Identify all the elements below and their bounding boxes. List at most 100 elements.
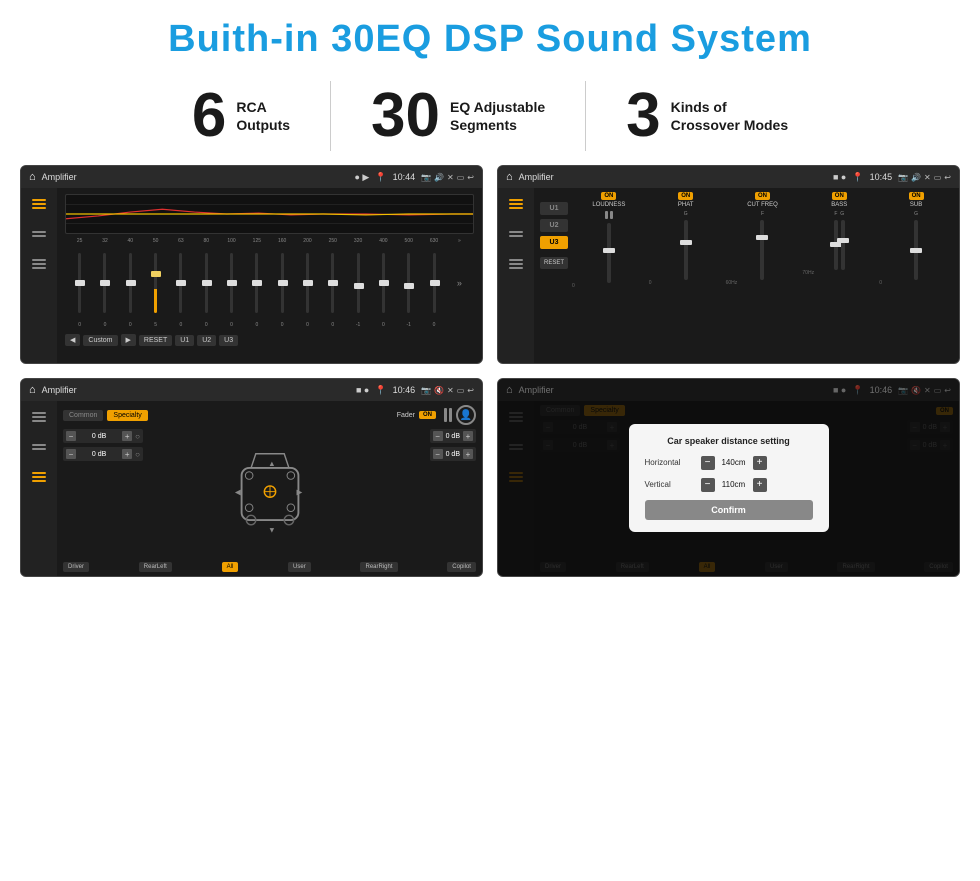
eq-custom-btn[interactable]: Custom bbox=[83, 335, 117, 346]
fader-sidebar-wave[interactable] bbox=[29, 439, 49, 455]
vol-minus-rr[interactable]: − bbox=[433, 449, 443, 459]
horizontal-value: 140cm bbox=[718, 458, 750, 467]
dsp-u1-btn[interactable]: U1 bbox=[540, 202, 568, 215]
dsp-reset-btn[interactable]: RESET bbox=[540, 257, 568, 269]
btn-copilot[interactable]: Copilot bbox=[447, 562, 476, 572]
btn-all[interactable]: All bbox=[222, 562, 239, 572]
eq-slider-12[interactable] bbox=[371, 248, 396, 318]
eq-slider-10[interactable] bbox=[320, 248, 345, 318]
bass-label: BASS bbox=[831, 202, 847, 208]
location-icon-dsp: 📍 bbox=[852, 172, 863, 183]
minimize-icon-fader: ▭ bbox=[457, 386, 465, 395]
stat-label-crossover: Kinds ofCrossover Modes bbox=[671, 98, 788, 134]
dsp-u2-btn[interactable]: U2 bbox=[540, 219, 568, 232]
horizontal-plus-btn[interactable]: + bbox=[753, 456, 767, 470]
dsp-u3-btn[interactable]: U3 bbox=[540, 236, 568, 249]
home-icon-dsp[interactable]: ⌂ bbox=[506, 171, 513, 183]
eq-slider-13[interactable] bbox=[396, 248, 421, 318]
vol-plus-fr[interactable]: + bbox=[463, 431, 473, 441]
vol-minus-fr[interactable]: − bbox=[433, 431, 443, 441]
loudness-on[interactable]: ON bbox=[601, 192, 616, 200]
eq-slider-11[interactable] bbox=[345, 248, 370, 318]
sub-on[interactable]: ON bbox=[909, 192, 924, 200]
bass-on[interactable]: ON bbox=[832, 192, 847, 200]
eq-slider-7[interactable] bbox=[244, 248, 269, 318]
dsp-sidebar-speaker[interactable] bbox=[506, 256, 526, 272]
horizontal-stepper: − 140cm + bbox=[701, 456, 767, 470]
eq-slider-2[interactable] bbox=[118, 248, 143, 318]
vertical-plus-btn[interactable]: + bbox=[753, 478, 767, 492]
freq-more: » bbox=[447, 238, 472, 244]
eq-sidebar-speaker[interactable] bbox=[29, 256, 49, 272]
confirm-button[interactable]: Confirm bbox=[645, 500, 813, 520]
eq-reset-btn[interactable]: RESET bbox=[139, 335, 172, 346]
bass-slider-f[interactable] bbox=[834, 220, 838, 270]
dsp-phat: ON PHAT G 0 bbox=[649, 192, 723, 359]
btn-driver[interactable]: Driver bbox=[63, 562, 89, 572]
eq-slider-1[interactable] bbox=[92, 248, 117, 318]
screen-distance: ⌂ Amplifier ■ ● 📍 10:46 📷 🔇 ✕ ▭ ↩ bbox=[497, 378, 960, 577]
phat-on[interactable]: ON bbox=[678, 192, 693, 200]
eq-slider-9[interactable] bbox=[295, 248, 320, 318]
fader-label: Fader bbox=[397, 412, 415, 419]
eq-bottom-bar: ◀ Custom ▶ RESET U1 U2 U3 bbox=[65, 332, 474, 348]
cutfreq-labels: 60Hz bbox=[726, 280, 800, 286]
home-icon[interactable]: ⌂ bbox=[29, 171, 36, 183]
eq-sidebar-wave[interactable] bbox=[29, 226, 49, 242]
horizontal-label: Horizontal bbox=[645, 458, 695, 467]
topbar-title-fader: Amplifier bbox=[42, 385, 350, 395]
eq-slider-8[interactable] bbox=[270, 248, 295, 318]
horizontal-minus-btn[interactable]: − bbox=[701, 456, 715, 470]
eq-slider-5[interactable] bbox=[194, 248, 219, 318]
freq-250: 250 bbox=[320, 238, 345, 244]
svg-text:▲: ▲ bbox=[268, 459, 276, 468]
btn-user[interactable]: User bbox=[288, 562, 311, 572]
vol-minus-fl[interactable]: − bbox=[66, 431, 76, 441]
dsp-sidebar-equalizer[interactable] bbox=[506, 196, 526, 212]
loudness-labels: 0 bbox=[572, 283, 646, 289]
user-icon[interactable]: 👤 bbox=[456, 405, 476, 425]
bass-slider-g[interactable] bbox=[841, 220, 845, 270]
fader-sidebar-equalizer[interactable] bbox=[29, 409, 49, 425]
eq-slider-14[interactable] bbox=[421, 248, 446, 318]
close-icon-dsp: ✕ bbox=[924, 173, 931, 182]
fader-specialty-tab[interactable]: Specialty bbox=[107, 410, 147, 421]
dsp-sub: ON SUB G 0 bbox=[879, 192, 953, 359]
eq-slider-3[interactable] bbox=[143, 248, 168, 318]
eq-play-btn[interactable]: ▶ bbox=[121, 334, 136, 346]
topbar-time-dsp: 10:45 bbox=[870, 172, 893, 182]
sub-slider[interactable] bbox=[914, 220, 918, 280]
dsp-bass: ON BASS F G 70Hz bbox=[802, 192, 876, 359]
vol-plus-rl[interactable]: + bbox=[122, 449, 132, 459]
freq-50: 50 bbox=[143, 238, 168, 244]
topbar-dot-eq: ● ▶ bbox=[354, 172, 369, 183]
eq-u3-btn[interactable]: U3 bbox=[219, 335, 238, 346]
home-icon-fader[interactable]: ⌂ bbox=[29, 384, 36, 396]
vol-plus-fl[interactable]: + bbox=[122, 431, 132, 441]
eq-prev-btn[interactable]: ◀ bbox=[65, 334, 80, 346]
vol-plus-rr[interactable]: + bbox=[463, 449, 473, 459]
cutfreq-label: CUT FREQ bbox=[747, 202, 778, 208]
dsp-sidebar-wave[interactable] bbox=[506, 226, 526, 242]
phat-slider[interactable] bbox=[684, 220, 688, 280]
fader-left-controls: − 0 dB + ○ − 0 dB + ○ bbox=[63, 429, 143, 558]
cutfreq-slider[interactable] bbox=[760, 220, 764, 280]
eq-u1-btn[interactable]: U1 bbox=[175, 335, 194, 346]
eq-slider-6[interactable] bbox=[219, 248, 244, 318]
eq-u2-btn[interactable]: U2 bbox=[197, 335, 216, 346]
loudness-slider[interactable] bbox=[607, 223, 611, 283]
btn-rearright[interactable]: RearRight bbox=[360, 562, 397, 572]
fader-sidebar-speaker[interactable] bbox=[29, 469, 49, 485]
fader-on-badge[interactable]: ON bbox=[419, 411, 436, 419]
eq-sidebar-equalizer[interactable] bbox=[29, 196, 49, 212]
fader-common-tab[interactable]: Common bbox=[63, 410, 103, 421]
vol-minus-rl[interactable]: − bbox=[66, 449, 76, 459]
eq-slider-4[interactable] bbox=[168, 248, 193, 318]
cutfreq-on[interactable]: ON bbox=[755, 192, 770, 200]
fader-bottom-row: Driver RearLeft All User RearRight Copil… bbox=[63, 562, 476, 572]
eq-slider-0[interactable] bbox=[67, 248, 92, 318]
stat-crossover: 3 Kinds ofCrossover Modes bbox=[586, 85, 828, 147]
btn-rearleft[interactable]: RearLeft bbox=[139, 562, 172, 572]
vertical-minus-btn[interactable]: − bbox=[701, 478, 715, 492]
screen-eq-content: 25 32 40 50 63 80 100 125 160 200 250 32… bbox=[21, 188, 482, 363]
